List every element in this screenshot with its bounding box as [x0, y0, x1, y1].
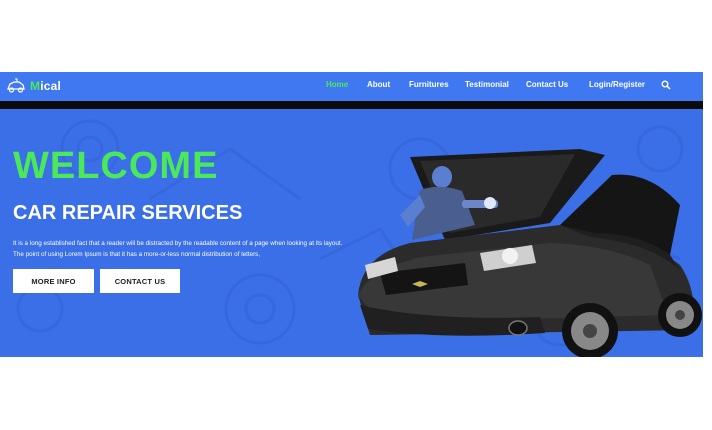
hero-banner: WELCOME CAR REPAIR SERVICES It is a long… [0, 109, 703, 357]
hero-headline: WELCOME [13, 145, 219, 187]
nav-item-testimonial[interactable]: Testimonial [465, 80, 509, 89]
car-logo-icon [7, 78, 25, 93]
hero-subtitle: CAR REPAIR SERVICES [13, 202, 243, 224]
nav-item-about[interactable]: About [367, 80, 390, 89]
nav-item-login-register[interactable]: Login/Register [589, 80, 645, 89]
top-navbar: Mical Home About Furnitures Testimonial … [0, 72, 703, 101]
brand-name: Mical [30, 79, 62, 93]
more-info-button[interactable]: MORE INFO [13, 269, 94, 293]
car-with-mechanic-image [358, 149, 702, 357]
search-icon[interactable] [661, 80, 671, 90]
nav-item-furnitures[interactable]: Furnitures [409, 80, 449, 89]
header-divider [0, 101, 703, 109]
nav-item-contact-us[interactable]: Contact Us [526, 80, 568, 89]
hero-description: It is a long established fact that a rea… [13, 240, 343, 258]
contact-us-button[interactable]: CONTACT US [100, 269, 180, 293]
nav-item-home[interactable]: Home [326, 80, 348, 89]
brand-logo[interactable]: Mical [6, 77, 61, 95]
